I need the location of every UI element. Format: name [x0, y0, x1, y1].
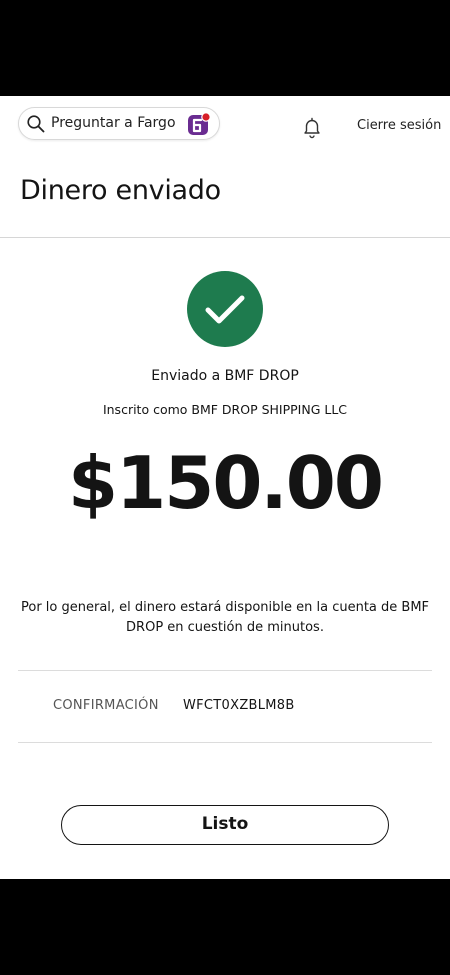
divider: [18, 742, 432, 743]
availability-message: Por lo general, el dinero estará disponi…: [20, 600, 430, 635]
bell-icon[interactable]: [300, 115, 324, 139]
screen: Preguntar a Fargo Cierre sesión Dinero e…: [0, 96, 450, 879]
done-button[interactable]: Listo: [61, 805, 389, 845]
confirmation-code: WFCT0XZBLM8B: [183, 698, 295, 713]
top-bar: Preguntar a Fargo Cierre sesión: [0, 96, 450, 156]
success-checkmark-icon: [187, 271, 263, 347]
ask-fargo-search[interactable]: Preguntar a Fargo: [18, 107, 220, 140]
search-label: Preguntar a Fargo: [51, 115, 176, 131]
registered-name-text: Inscrito como BMF DROP SHIPPING LLC: [102, 402, 348, 417]
recipient-text: Enviado a BMF DROP: [151, 368, 299, 384]
header-divider: [0, 237, 450, 238]
amount-value: $150.00: [68, 441, 384, 525]
page-title: Dinero enviado: [20, 175, 221, 206]
confirmation-label: CONFIRMACIÓN: [53, 698, 159, 713]
fargo-icon[interactable]: [185, 110, 213, 138]
search-icon: [26, 114, 46, 134]
logout-link[interactable]: Cierre sesión: [357, 118, 441, 133]
divider: [18, 670, 432, 671]
